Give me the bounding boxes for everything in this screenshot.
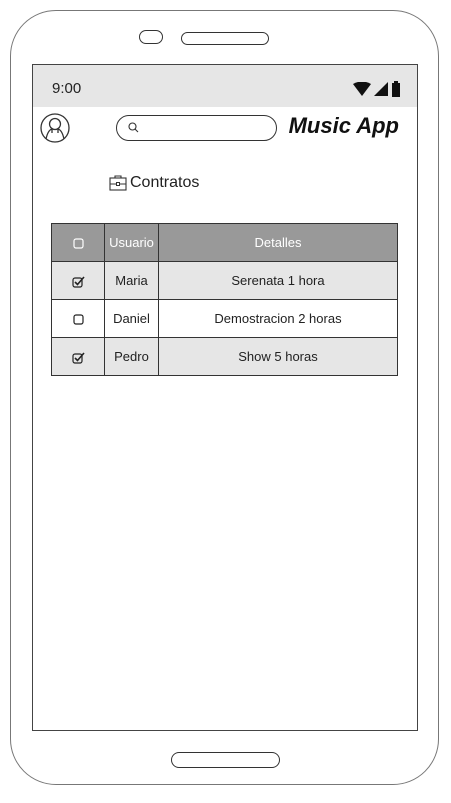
- select-all-checkbox-icon[interactable]: [72, 238, 84, 249]
- detalles-cell: Demostracion 2 horas: [158, 299, 398, 338]
- user-avatar-icon[interactable]: [40, 113, 70, 143]
- column-header-detalles[interactable]: Detalles: [158, 223, 398, 262]
- speaker-grille: [181, 32, 269, 45]
- briefcase-icon: [109, 175, 127, 191]
- usuario-cell: Daniel: [104, 299, 159, 338]
- status-time: 9:00: [52, 80, 82, 97]
- wifi-icon: [353, 82, 371, 96]
- detalles-cell: Serenata 1 hora: [158, 261, 398, 300]
- detalles-cell: Show 5 horas: [158, 337, 398, 376]
- checked-checkbox-icon[interactable]: [71, 352, 85, 364]
- signal-icon: [374, 82, 388, 96]
- battery-icon: [392, 81, 400, 97]
- section-title: Contratos: [130, 174, 200, 191]
- section-header: Contratos: [109, 174, 199, 192]
- table-row[interactable]: Pedro Show 5 horas: [51, 337, 398, 376]
- row-checkbox-cell[interactable]: [51, 337, 105, 376]
- usuario-cell: Maria: [104, 261, 159, 300]
- unchecked-checkbox-icon[interactable]: [72, 314, 84, 325]
- row-checkbox-cell[interactable]: [51, 261, 105, 300]
- column-header-usuario[interactable]: Usuario: [104, 223, 159, 262]
- search-input[interactable]: [143, 119, 267, 139]
- search-icon: [128, 122, 139, 133]
- search-bar[interactable]: [116, 115, 277, 141]
- app-title: Music App: [288, 113, 399, 138]
- table-row[interactable]: Daniel Demostracion 2 horas: [51, 299, 398, 338]
- row-checkbox-cell[interactable]: [51, 299, 105, 338]
- status-bar: 9:00: [33, 65, 417, 107]
- usuario-cell: Pedro: [104, 337, 159, 376]
- status-icons: [353, 81, 401, 97]
- select-all-cell[interactable]: [51, 223, 105, 262]
- checked-checkbox-icon[interactable]: [71, 276, 85, 288]
- table-row[interactable]: Maria Serenata 1 hora: [51, 261, 398, 300]
- contracts-table: Usuario Detalles Maria Serenata 1 hora D…: [51, 223, 398, 376]
- camera-icon: [139, 30, 163, 44]
- phone-screen: 9:00 Music App Contratos Usuario Detalle…: [32, 64, 418, 731]
- table-header-row: Usuario Detalles: [51, 223, 398, 262]
- home-button[interactable]: [171, 752, 280, 768]
